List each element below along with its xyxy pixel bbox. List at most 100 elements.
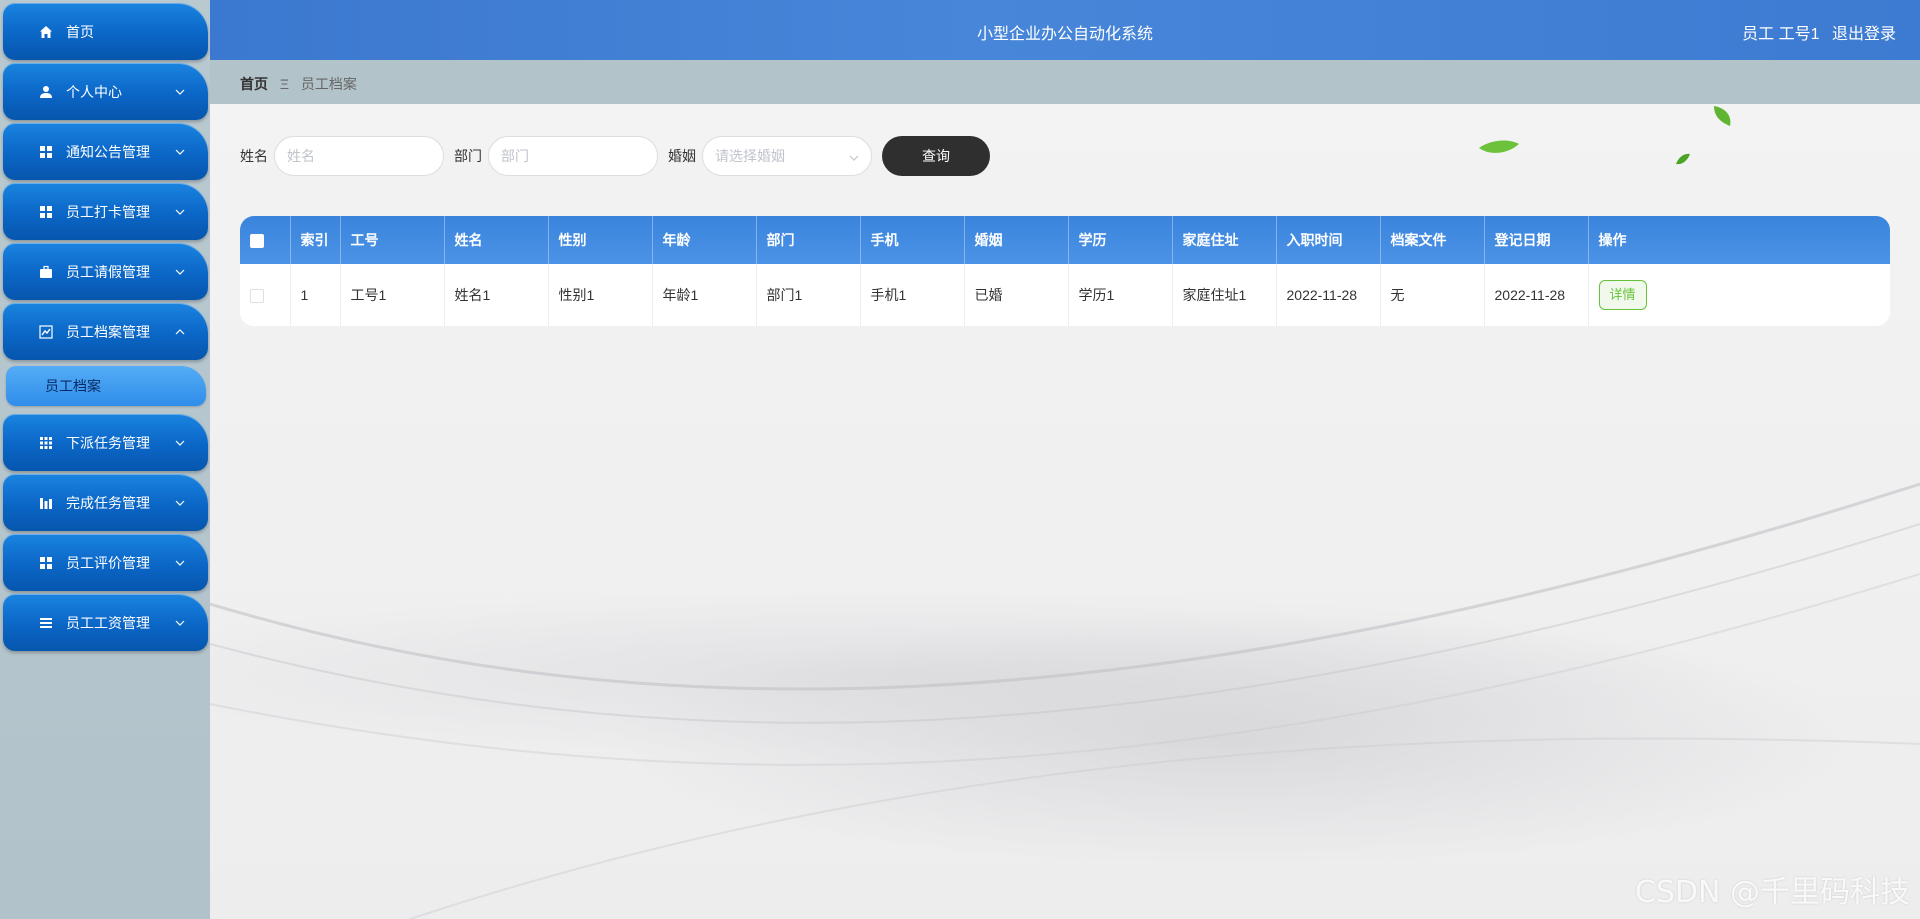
- chevron-up-icon: [174, 326, 186, 338]
- breadcrumb-separator: Ξ: [279, 76, 289, 92]
- sidebar-item-archive[interactable]: 员工档案管理: [3, 303, 208, 360]
- breadcrumb-bar: 首页 Ξ 员工档案: [210, 60, 1920, 104]
- detail-button[interactable]: 详情: [1598, 280, 1647, 310]
- briefcase-icon: [38, 264, 54, 280]
- sidebar-subitem-employee-archive[interactable]: 员工档案: [6, 366, 206, 406]
- chevron-down-icon: [174, 266, 186, 278]
- grid-icon: [38, 144, 54, 160]
- column-header: 年龄: [652, 216, 757, 264]
- cell-name: 姓名1: [444, 264, 549, 326]
- sidebar-item-notice[interactable]: 通知公告管理: [3, 123, 208, 180]
- breadcrumb: 首页 Ξ 员工档案: [240, 74, 357, 94]
- cell-marriage: 已婚: [964, 264, 1069, 326]
- column-header: 操作: [1598, 232, 1627, 248]
- marriage-select[interactable]: 请选择婚姻: [702, 136, 872, 176]
- chevron-down-icon: [174, 206, 186, 218]
- breadcrumb-current: 员工档案: [300, 76, 357, 92]
- bar-icon: [38, 495, 54, 511]
- sidebar-item-label: 员工工资管理: [66, 614, 150, 631]
- home-icon: [38, 24, 54, 40]
- main-content: 姓名 部门 婚姻 请选择婚姻 查询 索引 工号 姓名: [210, 104, 1920, 919]
- row-checkbox[interactable]: [250, 289, 264, 304]
- chevron-down-icon: [174, 557, 186, 569]
- select-all-checkbox[interactable]: [250, 234, 264, 249]
- chevron-down-icon: [174, 437, 186, 449]
- column-header: 工号: [340, 216, 445, 264]
- sidebar: 首页 个人中心 通知公告管理 员工打卡管理 员工请假管理 员工档案管理 员工档案…: [0, 0, 210, 919]
- sidebar-item-label: 员工请假管理: [66, 263, 150, 280]
- sidebar-item-label: 个人中心: [66, 83, 122, 100]
- cell-gender: 性别1: [548, 264, 653, 326]
- cell-action: 详情: [1588, 264, 1890, 326]
- cell-dept: 部门1: [756, 264, 861, 326]
- leaf-icon: [1714, 106, 1731, 126]
- sidebar-item-label: 完成任务管理: [66, 494, 150, 511]
- sidebar-item-personal-center[interactable]: 个人中心: [3, 63, 208, 120]
- cell-index: 1: [290, 264, 341, 326]
- sidebar-item-label: 员工评价管理: [66, 554, 150, 571]
- marriage-select-placeholder: 请选择婚姻: [715, 148, 785, 164]
- column-header: 学历: [1068, 216, 1173, 264]
- user-label: 员工 工号1: [1742, 26, 1820, 43]
- breadcrumb-home[interactable]: 首页: [240, 76, 268, 92]
- column-header: 部门: [756, 216, 861, 264]
- sidebar-item-label: 下派任务管理: [66, 434, 150, 451]
- column-header: 婚姻: [964, 216, 1069, 264]
- sidebar-item-home[interactable]: 首页: [3, 3, 208, 60]
- logout-link[interactable]: 退出登录: [1832, 26, 1896, 43]
- grid-icon: [38, 435, 54, 451]
- column-header: 入职时间: [1276, 216, 1381, 264]
- chevron-down-icon: [174, 497, 186, 509]
- select-all-cell[interactable]: [240, 216, 291, 264]
- sidebar-item-assign-task[interactable]: 下派任务管理: [3, 414, 208, 471]
- column-header: 姓名: [444, 216, 549, 264]
- chevron-down-icon: [174, 617, 186, 629]
- name-input[interactable]: [274, 136, 444, 176]
- sidebar-item-leave[interactable]: 员工请假管理: [3, 243, 208, 300]
- list-icon: [38, 615, 54, 631]
- chevron-down-icon: [174, 86, 186, 98]
- marriage-label: 婚姻: [668, 148, 696, 164]
- search-form: 姓名 部门 婚姻 请选择婚姻 查询: [240, 136, 990, 176]
- chart-icon: [38, 324, 54, 340]
- cell-file: 无: [1380, 264, 1485, 326]
- chevron-down-icon: [174, 146, 186, 158]
- grid-icon: [38, 555, 54, 571]
- dept-input[interactable]: [488, 136, 658, 176]
- cell-hire-date: 2022-11-28: [1276, 264, 1381, 326]
- sidebar-item-salary[interactable]: 员工工资管理: [3, 594, 208, 651]
- table-row: 1 工号1 姓名1 性别1 年龄1 部门1 手机1 已婚 学历1 家庭住址1 2…: [240, 264, 1890, 326]
- app-title: 小型企业办公自动化系统: [976, 26, 1153, 43]
- sidebar-item-label: 员工打卡管理: [66, 203, 150, 220]
- grid-icon: [38, 204, 54, 220]
- cell-reg-date: 2022-11-28: [1484, 264, 1589, 326]
- column-header: 档案文件: [1380, 216, 1485, 264]
- cell-address: 家庭住址1: [1172, 264, 1277, 326]
- sidebar-item-complete-task[interactable]: 完成任务管理: [3, 474, 208, 531]
- cell-education: 学历1: [1068, 264, 1173, 326]
- leaf-icon: [1479, 140, 1519, 153]
- cell-emp-no: 工号1: [340, 264, 445, 326]
- user-area: 员工 工号1 退出登录: [1734, 20, 1896, 44]
- leaf-icon: [1676, 153, 1690, 165]
- chevron-down-icon: [849, 148, 859, 164]
- row-select-cell[interactable]: [240, 264, 291, 326]
- table-header-row: 索引 工号 姓名 性别 年龄 部门 手机 婚姻 学历 家庭住址 入职时间 档案文…: [240, 216, 1890, 264]
- top-header: 小型企业办公自动化系统 员工 工号1 退出登录: [210, 0, 1920, 60]
- sidebar-item-evaluation[interactable]: 员工评价管理: [3, 534, 208, 591]
- name-label: 姓名: [240, 148, 268, 164]
- column-header: 登记日期: [1484, 216, 1589, 264]
- column-header: 手机: [860, 216, 965, 264]
- query-button[interactable]: 查询: [882, 136, 990, 176]
- sidebar-item-label: 通知公告管理: [66, 143, 150, 160]
- column-header: 索引: [290, 216, 341, 264]
- sidebar-item-clock-in[interactable]: 员工打卡管理: [3, 183, 208, 240]
- user-icon: [38, 84, 54, 100]
- column-header: 家庭住址: [1172, 216, 1277, 264]
- sidebar-item-label: 员工档案管理: [66, 323, 150, 340]
- cell-age: 年龄1: [652, 264, 757, 326]
- sidebar-item-label: 首页: [66, 23, 94, 40]
- column-header: 性别: [548, 216, 653, 264]
- dept-label: 部门: [454, 148, 482, 164]
- archive-table: 索引 工号 姓名 性别 年龄 部门 手机 婚姻 学历 家庭住址 入职时间 档案文…: [240, 216, 1890, 326]
